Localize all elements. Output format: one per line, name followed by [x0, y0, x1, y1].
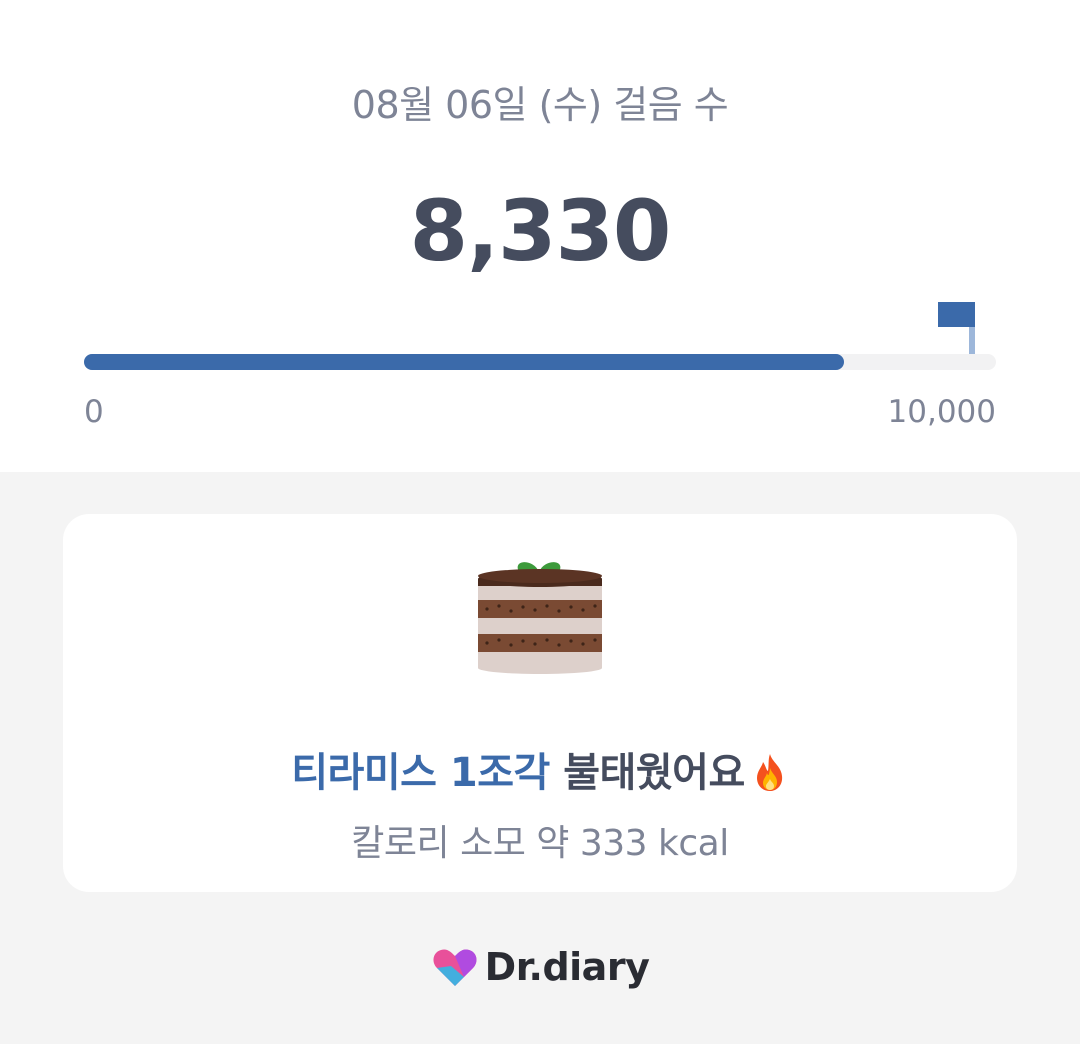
calorie-card: 티라미스 1조각 불태웠어요 칼로리 소모 약 333 kcal: [63, 514, 1017, 892]
flag-icon: [938, 302, 975, 327]
calorie-headline: 티라미스 1조각 불태웠어요: [63, 740, 1017, 798]
burned-label: 불태웠어요: [549, 750, 745, 796]
brand-name: Dr.diary: [484, 945, 650, 989]
food-portion-label: 티라미스 1조각: [291, 750, 550, 796]
step-count: 8,330: [409, 182, 672, 280]
progress-goal-label: 10,000: [887, 394, 996, 430]
brand-logo: Dr.diary: [0, 944, 1080, 994]
date-label: 08월 06일 (수) 걸음 수: [351, 83, 729, 127]
progress-min-label: 0: [84, 394, 104, 430]
steps-panel: 08월 06일 (수) 걸음 수 8,330 0 10,000: [0, 0, 1080, 472]
steps-progress-fill: [84, 354, 844, 370]
fire-icon: [756, 754, 782, 791]
steps-progress-bar: [84, 354, 996, 370]
heart-logo-icon: [433, 949, 477, 986]
tiramisu-cake-icon: [478, 562, 602, 674]
calorie-subtext: 칼로리 소모 약 333 kcal: [351, 823, 729, 864]
